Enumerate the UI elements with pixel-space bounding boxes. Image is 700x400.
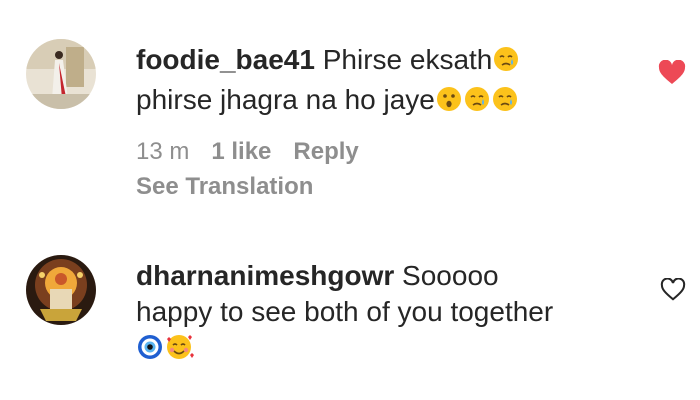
comment-text-line2: happy to see both of you together xyxy=(136,296,554,327)
reply-button[interactable]: Reply xyxy=(293,138,358,166)
comment-text-line2: phirse jhagra na ho jaye xyxy=(136,84,435,115)
avatar[interactable] xyxy=(26,39,96,109)
comment-item: foodie_bae41 Phirse eksath phirse jhagra… xyxy=(0,0,700,230)
heart-outline-icon[interactable] xyxy=(660,277,686,302)
comment-text: foodie_bae41 Phirse eksath phirse jhagra… xyxy=(136,42,636,122)
nazar-amulet-icon xyxy=(136,333,164,370)
comment-meta: 13 m 1 like Reply xyxy=(136,138,359,166)
comment-text: dharnanimeshgowr Sooooo happy to see bot… xyxy=(136,258,636,370)
avatar[interactable] xyxy=(26,255,96,325)
comment-timestamp: 13 m xyxy=(136,138,190,165)
see-translation-button[interactable]: See Translation xyxy=(136,173,313,201)
heart-filled-icon[interactable] xyxy=(658,59,686,86)
comment-username[interactable]: foodie_bae41 xyxy=(136,44,315,75)
astonished-face-icon xyxy=(435,85,463,122)
smiling-face-with-hearts-icon xyxy=(164,333,194,370)
crying-face-icon xyxy=(491,85,519,122)
comment-username[interactable]: dharnanimeshgowr xyxy=(136,260,394,291)
crying-face-icon xyxy=(492,45,520,82)
comment-meta-clipped xyxy=(136,392,176,400)
comment-likes-count[interactable]: 1 like xyxy=(211,138,271,166)
comment-text-line1: Sooooo xyxy=(394,260,499,291)
crying-face-icon xyxy=(463,85,491,122)
comment-item: dharnanimeshgowr Sooooo happy to see bot… xyxy=(0,230,700,400)
comment-text-line1: Phirse eksath xyxy=(314,44,493,75)
